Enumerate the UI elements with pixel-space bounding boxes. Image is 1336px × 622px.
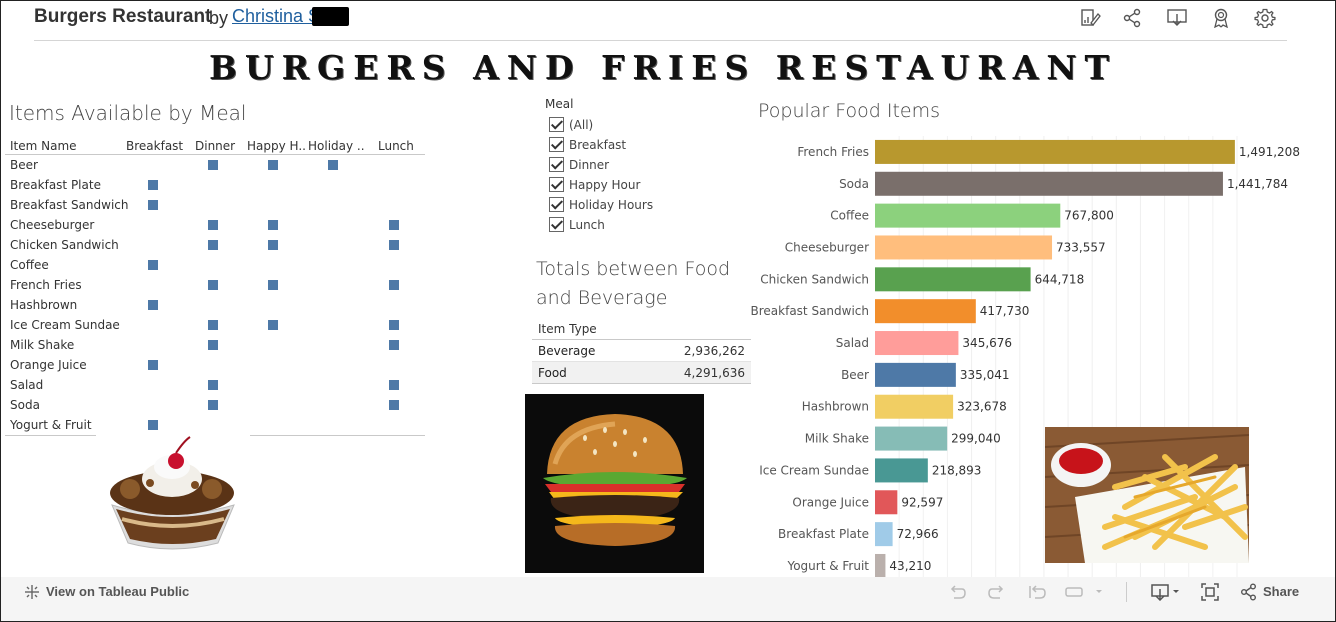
chart-category-label: Yogurt & Fruit [786,559,869,573]
chart-title: Popular Food Items [758,100,940,122]
tableau-logo-icon [25,585,39,599]
undo-icon[interactable] [948,583,966,601]
footer-bar [1,577,1335,621]
chart-category-label: Breakfast Sandwich [751,304,869,318]
chart-value-label: 323,678 [957,400,1007,414]
chart-bar[interactable] [875,490,898,515]
chart-bar[interactable] [875,299,976,324]
chart-category-label: Beer [841,368,869,382]
chart-bar[interactable] [875,139,1235,164]
redo-icon[interactable] [988,583,1006,601]
chart-value-label: 218,893 [932,463,982,477]
chart-value-label: 1,491,208 [1239,145,1300,159]
share-button[interactable]: Share [1263,584,1299,599]
chart-bar[interactable] [875,267,1031,292]
chart-bar[interactable] [875,203,1061,228]
chart-bar[interactable] [875,362,956,387]
chart-value-label: 299,040 [951,432,1001,446]
chart-bar[interactable] [875,394,954,419]
chart-bar[interactable] [875,331,959,356]
chart-category-label: Breakfast Plate [778,527,869,541]
chart-value-label: 733,557 [1056,240,1106,254]
chart-value-label: 92,597 [901,495,943,509]
chart-category-label: Coffee [830,209,869,223]
chart-value-label: 417,730 [980,304,1030,318]
chart-bar[interactable] [875,235,1053,260]
chart-value-label: 345,676 [962,336,1012,350]
chart-bar[interactable] [875,171,1223,196]
chart-value-label: 43,210 [889,559,931,573]
revert-icon[interactable] [1028,583,1046,601]
chart-category-label: Soda [839,177,869,191]
chart-category-label: Cheeseburger [785,240,869,254]
french-fries-image [1045,427,1249,563]
chart-category-label: Salad [836,336,869,350]
chart-category-label: French Fries [797,145,869,159]
chart-value-label: 72,966 [897,527,939,541]
chart-category-label: Chicken Sandwich [760,272,869,286]
chart-value-label: 767,800 [1064,209,1114,223]
chart-value-label: 644,718 [1035,272,1085,286]
footer-divider [1126,582,1127,602]
share-icon[interactable] [1240,583,1258,601]
chart-category-label: Orange Juice [792,495,869,509]
chart-category-label: Ice Cream Sundae [759,463,869,477]
pause-updates-icon[interactable] [1064,583,1104,601]
view-on-tableau-public-link[interactable]: View on Tableau Public [46,584,189,599]
chart-bar[interactable] [875,553,886,578]
download-icon[interactable] [1150,583,1184,601]
chart-value-label: 335,041 [960,368,1010,382]
chart-bar[interactable] [875,458,928,483]
chart-bar[interactable] [875,522,893,547]
fullscreen-icon[interactable] [1201,583,1219,601]
chart-category-label: Milk Shake [805,432,869,446]
chart-category-label: Hashbrown [802,400,869,414]
chart-bar[interactable] [875,426,948,451]
chart-value-label: 1,441,784 [1227,177,1288,191]
